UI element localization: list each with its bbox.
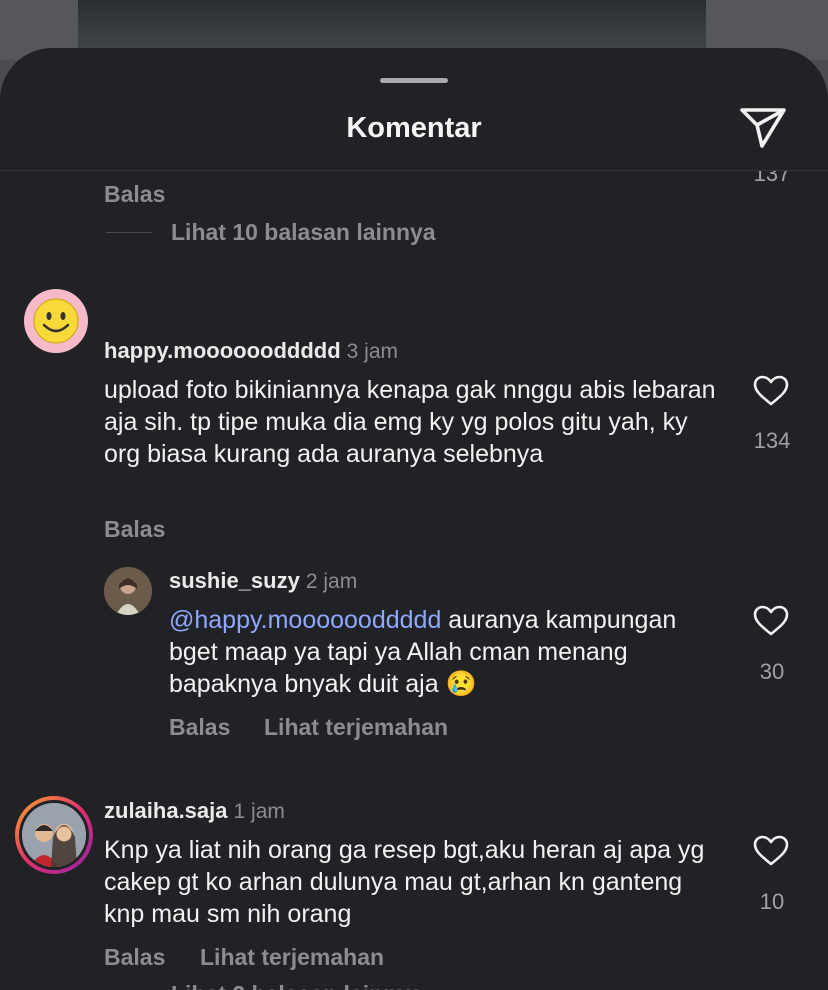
user-photo-icon <box>22 803 86 867</box>
smiley-icon <box>33 298 79 344</box>
reply-button[interactable]: Balas <box>104 944 165 971</box>
translate-button[interactable]: Lihat terjemahan <box>264 714 448 741</box>
sheet-title: Komentar <box>346 112 482 144</box>
username[interactable]: happy.mooooooddddd <box>104 338 341 363</box>
username[interactable]: sushie_suzy <box>169 568 300 593</box>
timestamp: 1 jam <box>233 800 285 823</box>
send-icon[interactable] <box>738 104 788 150</box>
comments-sheet: Komentar 137 Balas Lihat 10 balasan lain… <box>0 48 828 990</box>
heart-icon[interactable] <box>753 835 789 867</box>
view-more-replies[interactable]: Lihat 2 balasan lainnya <box>171 981 423 990</box>
like-count: 134 <box>753 428 791 453</box>
translate-button[interactable]: Lihat terjemahan <box>200 944 384 971</box>
reply-button[interactable]: Balas <box>169 714 230 741</box>
reply-header: sushie_suzy 2 jam <box>169 568 357 594</box>
reply-button[interactable]: Balas <box>104 516 165 543</box>
replies-line <box>106 232 152 233</box>
heart-icon[interactable] <box>753 375 789 407</box>
comment-header: zulaiha.saja 1 jam <box>104 798 285 824</box>
avatar-sushie[interactable] <box>104 567 152 615</box>
heart-icon[interactable] <box>753 605 789 637</box>
drag-handle[interactable] <box>380 78 448 83</box>
avatar-smiley[interactable] <box>24 289 88 353</box>
comment-header: happy.mooooooddddd 3 jam <box>104 338 398 364</box>
comment-text: Knp ya liat nih orang ga resep bgt,aku h… <box>104 836 705 928</box>
timestamp: 3 jam <box>346 340 399 363</box>
comment-text: upload foto bikiniannya kenapa gak nnggu… <box>104 376 716 468</box>
mention-link[interactable]: @happy.mooooooddddd <box>169 606 441 634</box>
like-count: 10 <box>759 889 785 914</box>
avatar-story-ring[interactable] <box>15 796 93 874</box>
user-photo-icon <box>104 567 152 615</box>
like-count-partial: 137 <box>753 171 791 186</box>
username[interactable]: zulaiha.saja <box>104 798 228 823</box>
comment-list[interactable]: 137 Balas Lihat 10 balasan lainnya happy… <box>0 171 828 990</box>
like-count: 30 <box>759 659 785 684</box>
timestamp: 2 jam <box>305 570 358 593</box>
view-more-replies[interactable]: Lihat 10 balasan lainnya <box>171 219 436 246</box>
reply-button[interactable]: Balas <box>104 181 165 208</box>
reply-text: @happy.mooooooddddd auranya kampungan bg… <box>169 604 729 700</box>
